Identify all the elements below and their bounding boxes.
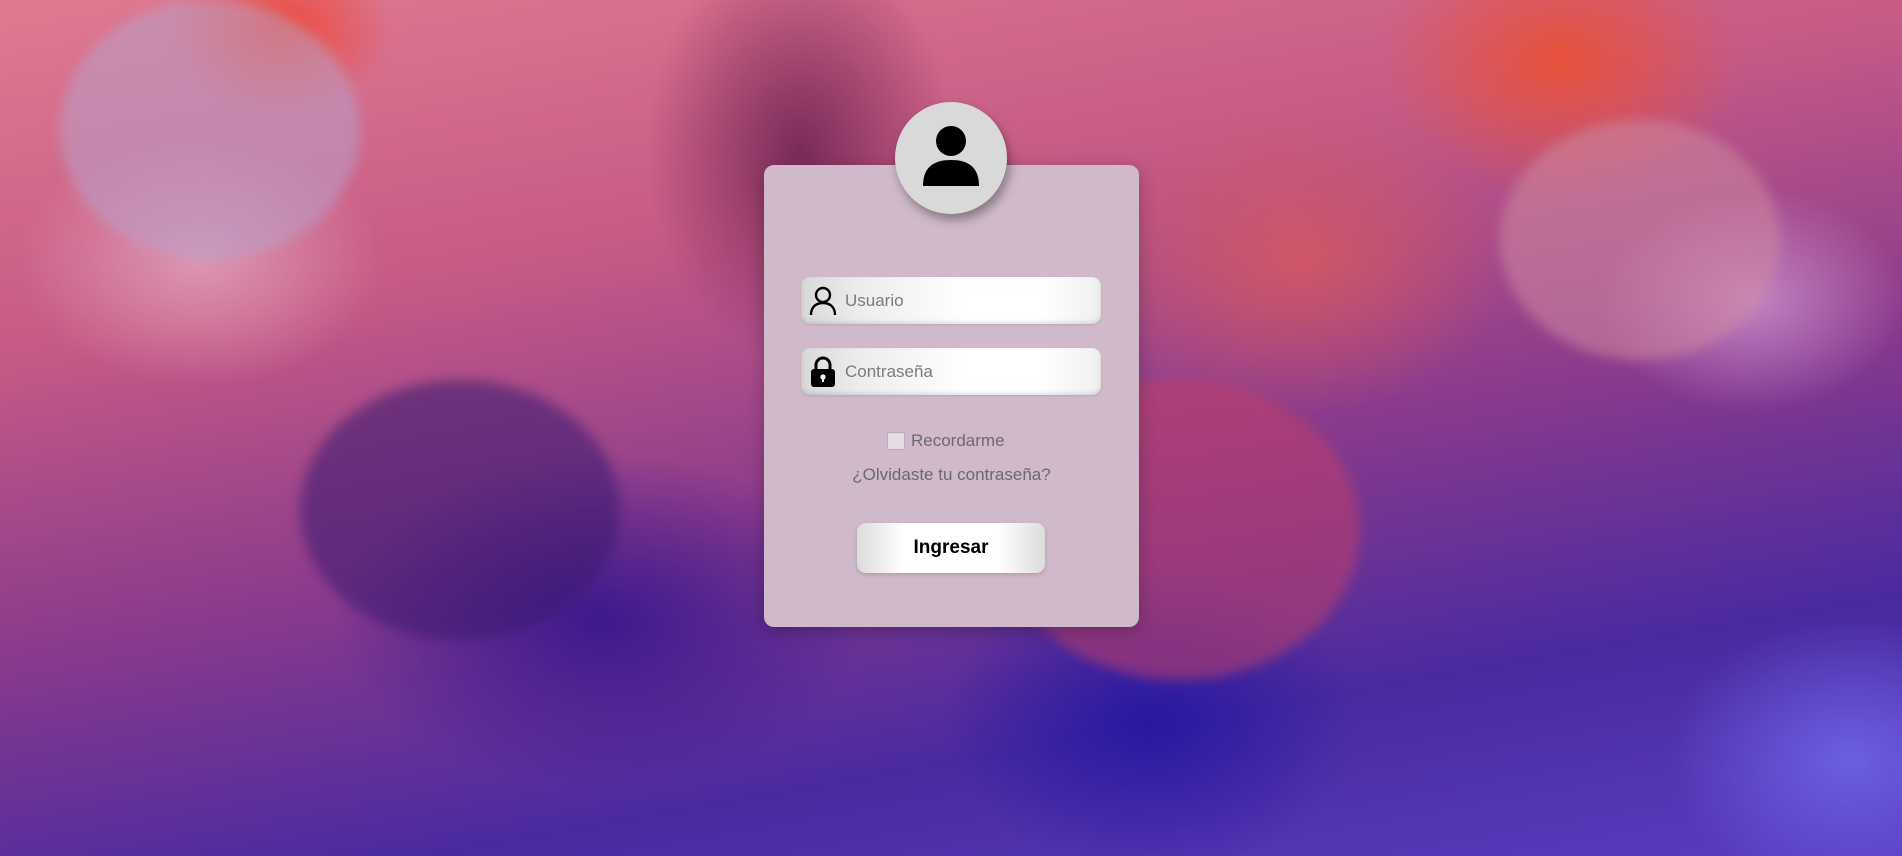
background-swirl (1500, 120, 1780, 360)
remember-me-label[interactable]: Recordarme (911, 431, 1005, 451)
background-swirl (300, 380, 620, 640)
remember-me-row: Recordarme (887, 431, 1005, 451)
lock-icon (801, 356, 845, 388)
background-swirl (60, 0, 360, 260)
remember-me-checkbox[interactable] (887, 432, 905, 450)
user-avatar-icon (921, 124, 981, 193)
login-button[interactable]: Ingresar (857, 523, 1045, 573)
password-input[interactable] (845, 361, 1085, 382)
forgot-password-link[interactable]: ¿Olvidaste tu contraseña? (764, 465, 1139, 485)
password-field[interactable] (801, 348, 1101, 395)
user-outline-icon (801, 286, 845, 316)
username-input[interactable] (845, 290, 1085, 311)
avatar (895, 102, 1007, 214)
username-field[interactable] (801, 277, 1101, 324)
